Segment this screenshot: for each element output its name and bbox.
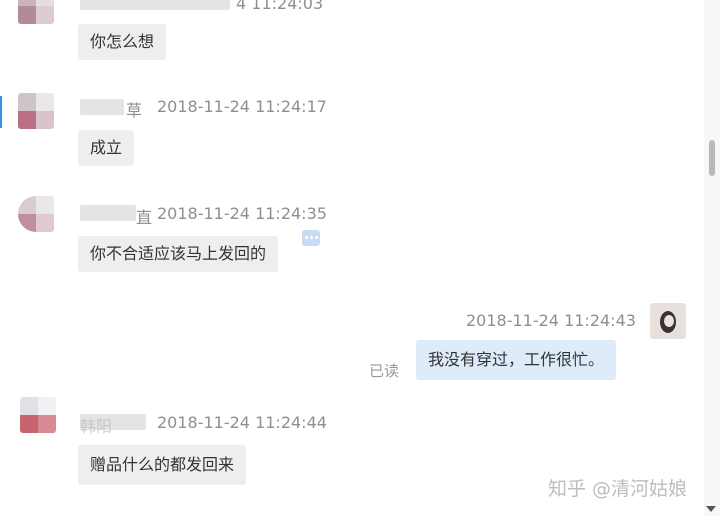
selection-indicator [0, 96, 2, 128]
message-timestamp: 2018-11-24 11:24:35 [157, 204, 327, 223]
watermark: 知乎 @清河姑娘 [548, 478, 688, 500]
sender-name-blurred [80, 99, 124, 115]
sender-name-blurred [80, 0, 230, 10]
message-bubble[interactable]: 赠品什么的都发回来 [78, 445, 247, 485]
message-timestamp: 2018-11-24 11:24:17 [157, 97, 327, 116]
sender-name-fragment: 草 [126, 101, 143, 120]
message-bubble[interactable]: 你不合适应该马上发回的 [78, 236, 279, 272]
sender-name-fragment: 韩阳 [80, 417, 113, 436]
scroll-thumb[interactable] [709, 140, 715, 176]
avatar[interactable] [18, 0, 54, 24]
avatar[interactable] [18, 93, 54, 129]
message-timestamp: 4 11:24:03 [236, 0, 324, 13]
message-timestamp: 2018-11-24 11:24:44 [157, 413, 327, 432]
sender-name-blurred [80, 205, 136, 221]
read-status: 已读 [369, 362, 400, 380]
avatar[interactable] [20, 397, 56, 433]
message-bubble[interactable]: 你怎么想 [78, 24, 167, 60]
self-avatar[interactable] [650, 303, 686, 339]
message-bubble[interactable]: 成立 [78, 130, 135, 166]
more-dots-icon[interactable] [302, 230, 320, 246]
scrollbar[interactable] [704, 0, 720, 516]
message-timestamp: 2018-11-24 11:24:43 [466, 311, 636, 330]
avatar[interactable] [18, 196, 54, 232]
message-bubble-mine[interactable]: 我没有穿过，工作很忙。 [416, 340, 617, 380]
sender-name-fragment: 直 [136, 208, 153, 227]
scroll-down-arrow-icon[interactable] [706, 506, 716, 512]
